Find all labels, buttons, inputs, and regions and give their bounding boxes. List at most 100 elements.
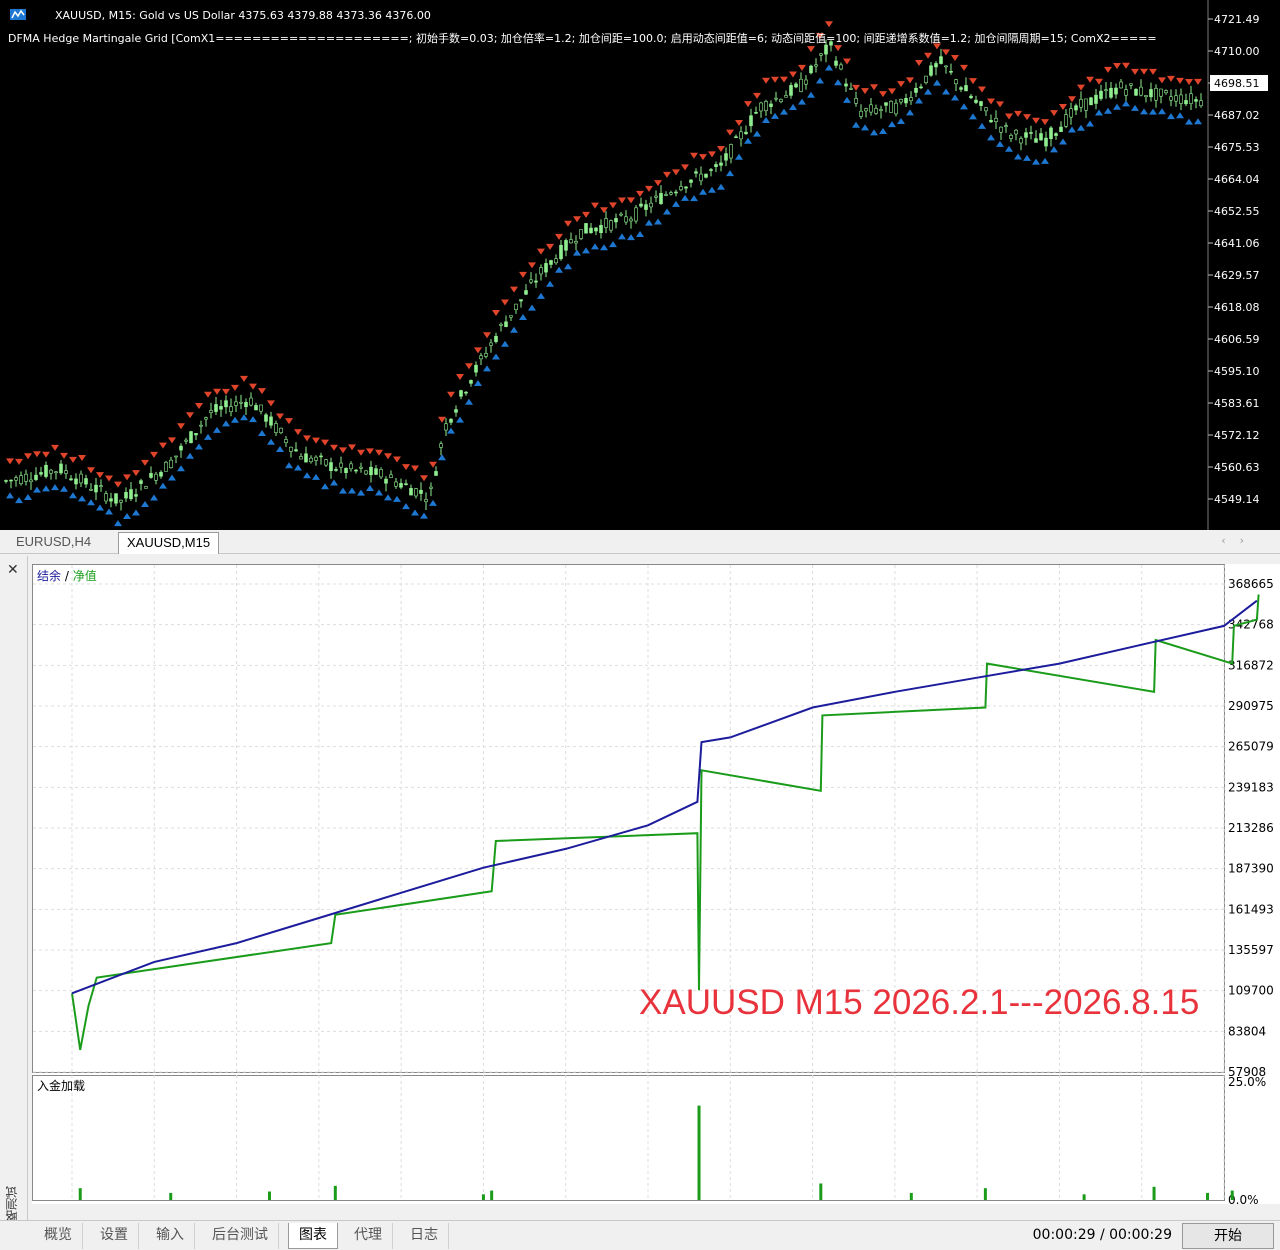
candle-body [999, 126, 1003, 133]
sell-arrow [780, 76, 788, 83]
candle-body [704, 173, 708, 178]
load-bar [78, 1188, 82, 1200]
sell-arrow [537, 248, 545, 255]
sell-arrow [798, 64, 806, 71]
tab-inputs[interactable]: 输入 [146, 1223, 195, 1249]
candle-body [549, 260, 553, 265]
price-candles [4, 39, 1203, 511]
buy-arrow [1095, 109, 1103, 116]
sell-arrow [321, 439, 329, 446]
buy-arrow [852, 121, 860, 128]
buy-arrow [645, 219, 653, 226]
order-arrows [6, 21, 1202, 527]
sell-arrow [807, 46, 815, 53]
sell-arrow [519, 271, 527, 278]
candle-body [724, 153, 728, 161]
candle-body [219, 406, 223, 410]
candle-body [1179, 94, 1183, 104]
tab-settings[interactable]: 设置 [90, 1223, 139, 1249]
candle-body [189, 431, 193, 444]
load-bar [333, 1185, 337, 1200]
candle-body [604, 218, 608, 228]
buy-arrow [609, 241, 617, 248]
tab-xauusd-m15[interactable]: XAUUSD,M15 [118, 532, 220, 554]
tab-eurusd-h4[interactable]: EURUSD,H4 [8, 532, 99, 554]
candle-body [499, 323, 503, 326]
tab-journal[interactable]: 日志 [400, 1223, 449, 1249]
sell-arrow [303, 435, 311, 442]
sell-arrow [375, 449, 383, 456]
candle-body [579, 229, 583, 239]
candle-body [104, 493, 108, 502]
sell-arrow [1167, 75, 1175, 82]
buy-arrow [231, 416, 239, 423]
sell-arrow [1077, 84, 1085, 91]
buy-arrow [303, 472, 311, 479]
equity-y-label: 135597 [1228, 943, 1274, 957]
sell-arrow [393, 456, 401, 463]
legend-balance: 结余 [37, 569, 62, 583]
candle-body [694, 171, 698, 174]
sell-arrow [213, 388, 221, 395]
buy-arrow [1149, 108, 1157, 115]
equity-y-label: 290975 [1228, 699, 1274, 713]
buy-arrow [807, 91, 815, 98]
price-chart[interactable]: 4721.49 4710.00 4698.51 4687.02 4675.53 4664.… [0, 0, 1280, 530]
tab-background-test[interactable]: 后台测试 [202, 1223, 279, 1249]
sell-arrow [69, 456, 77, 463]
chart-tab-bar: EURUSD,H4 XAUUSD,M15 ‹› [0, 530, 1280, 554]
price-label: 4652.55 [1214, 205, 1260, 218]
sell-arrow [744, 101, 752, 108]
buy-arrow [582, 247, 590, 254]
tab-graph[interactable]: 图表 [288, 1223, 338, 1249]
sell-arrow [1023, 114, 1031, 121]
sell-arrow [1014, 110, 1022, 117]
close-icon[interactable]: ✕ [7, 562, 19, 578]
tab-agents[interactable]: 代理 [344, 1223, 393, 1249]
candle-body [9, 479, 13, 482]
candle-body [229, 406, 233, 412]
indicator-parameters: DFMA Hedge Martingale Grid [ComX1=======… [8, 32, 1157, 45]
candle-body [369, 466, 373, 476]
candle-body [744, 131, 748, 135]
candle-body [204, 417, 208, 420]
candle-body [769, 103, 773, 107]
candle-body [59, 463, 63, 474]
candle-body [244, 402, 248, 408]
sell-arrow [1122, 62, 1130, 69]
candle-body [329, 462, 333, 472]
candle-body [804, 79, 808, 85]
buy-arrow [843, 96, 851, 103]
buy-arrow [447, 427, 455, 434]
sell-arrow [105, 475, 113, 482]
sell-arrow [573, 216, 581, 223]
candle-body [624, 216, 628, 223]
buy-arrow [996, 140, 1004, 147]
tab-scroll-arrows[interactable]: ‹› [1221, 534, 1258, 547]
buy-arrow [42, 485, 50, 492]
candle-body [509, 315, 513, 318]
buy-arrow [267, 438, 275, 445]
candle-body [449, 418, 453, 423]
candle-body [394, 481, 398, 487]
tab-overview[interactable]: 概览 [34, 1223, 83, 1249]
candle-body [254, 405, 258, 411]
equity-y-label: 239183 [1228, 780, 1274, 794]
sell-arrow [726, 129, 734, 136]
start-button[interactable]: 开始 [1182, 1223, 1274, 1249]
sell-arrow [1194, 78, 1202, 85]
candle-body [129, 489, 133, 500]
buy-arrow [681, 194, 689, 201]
sell-arrow [825, 21, 833, 28]
sell-arrow [294, 429, 302, 436]
sell-arrow [1095, 78, 1103, 85]
price-label: 4687.02 [1214, 109, 1260, 122]
price-label: 4618.08 [1214, 301, 1260, 314]
buy-arrow [861, 124, 869, 131]
sell-arrow [906, 77, 914, 84]
sell-arrow [609, 202, 617, 209]
buy-arrow [87, 499, 95, 506]
candle-body [519, 299, 523, 302]
candle-body [554, 258, 558, 264]
candle-body [399, 483, 403, 488]
